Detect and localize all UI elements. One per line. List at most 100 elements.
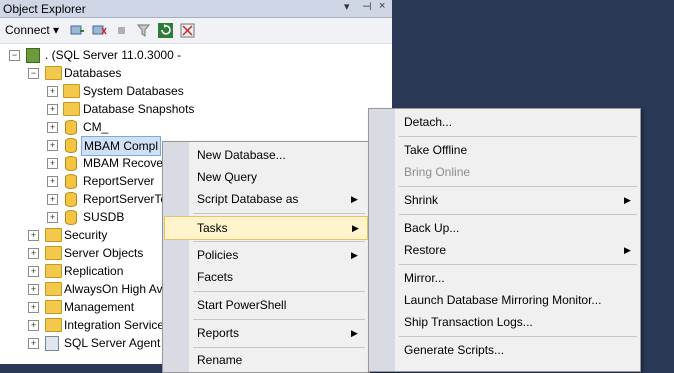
menu-item-take-offline[interactable]: Take Offline bbox=[404, 139, 467, 161]
expand-icon[interactable]: + bbox=[28, 230, 39, 241]
tree-node-label: Database Snapshots bbox=[83, 102, 195, 116]
menu-item-new-database[interactable]: New Database... bbox=[197, 144, 286, 166]
tree-node-system-databases[interactable]: + System Databases bbox=[0, 82, 390, 100]
expand-icon[interactable]: + bbox=[47, 212, 58, 223]
menu-separator bbox=[399, 336, 637, 337]
menu-item-label: Policies bbox=[197, 248, 239, 262]
tree-node-label: Security bbox=[64, 228, 108, 242]
menu-item-detach[interactable]: Detach... bbox=[404, 111, 452, 133]
menu-gutter bbox=[369, 109, 395, 371]
menu-separator bbox=[399, 264, 637, 265]
tree-node-label: Server Objects bbox=[64, 246, 144, 260]
tree-node-label: AlwaysOn High Av bbox=[64, 282, 163, 296]
expand-icon[interactable]: + bbox=[47, 104, 58, 115]
tree-node-label: ReportServer bbox=[83, 174, 155, 188]
expand-icon[interactable]: + bbox=[47, 86, 58, 97]
activity-icon[interactable] bbox=[180, 23, 195, 38]
expand-icon[interactable]: + bbox=[28, 248, 39, 259]
expand-icon[interactable]: + bbox=[28, 266, 39, 277]
menu-separator bbox=[399, 186, 637, 187]
expand-icon[interactable]: + bbox=[47, 194, 58, 205]
menu-item-label: Shrink bbox=[404, 193, 439, 207]
tree-node-label: Replication bbox=[64, 264, 124, 278]
pin-icon[interactable]: ⊣ bbox=[362, 0, 372, 13]
menu-separator bbox=[399, 136, 637, 137]
submenu-arrow-icon: ▶ bbox=[351, 194, 358, 204]
tree-node-label: SUSDB bbox=[83, 210, 125, 224]
tree-node-label: . (SQL Server 11.0.3000 - bbox=[45, 48, 182, 62]
menu-gutter bbox=[163, 142, 189, 372]
menu-item-label: Script Database as bbox=[197, 192, 299, 206]
disconnect-icon[interactable] bbox=[92, 23, 107, 38]
folder-icon bbox=[45, 282, 62, 296]
menu-item-launch-mirroring-monitor[interactable]: Launch Database Mirroring Monitor... bbox=[404, 289, 601, 311]
filter-icon[interactable] bbox=[136, 23, 151, 38]
tree-node-label: Databases bbox=[64, 66, 122, 80]
menu-separator bbox=[193, 213, 365, 214]
menu-item-script-database-as[interactable]: Script Database as ▶ bbox=[197, 188, 358, 210]
folder-icon bbox=[45, 246, 62, 260]
tree-node-label: System Databases bbox=[83, 84, 184, 98]
tree-node-label: ReportServerTe bbox=[83, 192, 168, 206]
tree-node-label: MBAM Recove bbox=[83, 156, 164, 170]
tree-node-label: Management bbox=[64, 300, 135, 314]
refresh-icon[interactable] bbox=[158, 23, 173, 38]
tree-node-database-snapshots[interactable]: + Database Snapshots bbox=[0, 100, 390, 118]
tree-node-db-cm[interactable]: + CM_ bbox=[0, 118, 390, 136]
tree-node-databases[interactable]: − Databases bbox=[0, 64, 390, 82]
menu-item-bring-online[interactable]: Bring Online bbox=[404, 161, 470, 183]
close-icon[interactable]: × bbox=[379, 0, 385, 12]
panel-toolbar: Connect ▾ bbox=[0, 18, 392, 44]
database-icon bbox=[65, 174, 77, 189]
submenu-arrow-icon: ▶ bbox=[624, 195, 631, 205]
connect-button[interactable]: Connect ▾ bbox=[5, 23, 59, 37]
folder-icon bbox=[45, 66, 62, 80]
tree-node-label: CM_ bbox=[83, 120, 109, 134]
panel-title: Object Explorer bbox=[3, 2, 86, 16]
tree-node-label: SQL Server Agent bbox=[64, 336, 161, 350]
submenu-arrow-icon: ▶ bbox=[352, 223, 359, 233]
menu-separator bbox=[193, 291, 365, 292]
dropdown-icon[interactable]: ▾ bbox=[344, 0, 350, 13]
menu-item-reports[interactable]: Reports ▶ bbox=[197, 322, 358, 344]
folder-icon bbox=[63, 102, 80, 116]
menu-item-facets[interactable]: Facets bbox=[197, 266, 233, 288]
submenu-arrow-icon: ▶ bbox=[351, 328, 358, 338]
menu-item-label: Restore bbox=[404, 243, 447, 257]
menu-item-tasks[interactable]: Tasks ▶ bbox=[164, 216, 368, 240]
database-icon bbox=[65, 192, 77, 207]
collapse-icon[interactable]: − bbox=[9, 50, 20, 61]
expand-icon[interactable]: + bbox=[28, 284, 39, 295]
menu-item-new-query[interactable]: New Query bbox=[197, 166, 257, 188]
tree-node-label: MBAM Compl bbox=[81, 136, 162, 156]
collapse-icon[interactable]: − bbox=[28, 68, 39, 79]
expand-icon[interactable]: + bbox=[28, 320, 39, 331]
tasks-submenu: Detach... Take Offline Bring Online Shri… bbox=[368, 108, 641, 372]
menu-item-ship-transaction-logs[interactable]: Ship Transaction Logs... bbox=[404, 311, 533, 333]
folder-icon bbox=[45, 318, 62, 332]
expand-icon[interactable]: + bbox=[28, 302, 39, 313]
menu-separator bbox=[193, 347, 365, 348]
menu-item-back-up[interactable]: Back Up... bbox=[404, 217, 459, 239]
expand-icon[interactable]: + bbox=[28, 338, 39, 349]
expand-icon[interactable]: + bbox=[47, 176, 58, 187]
expand-icon[interactable]: + bbox=[47, 122, 58, 133]
menu-separator bbox=[193, 319, 365, 320]
stop-icon[interactable] bbox=[114, 23, 129, 38]
submenu-arrow-icon: ▶ bbox=[624, 245, 631, 255]
expand-icon[interactable]: + bbox=[47, 140, 58, 151]
menu-item-policies[interactable]: Policies ▶ bbox=[197, 244, 358, 266]
menu-item-generate-scripts[interactable]: Generate Scripts... bbox=[404, 339, 504, 361]
database-context-menu: New Database... New Query Script Databas… bbox=[162, 141, 370, 373]
menu-item-start-powershell[interactable]: Start PowerShell bbox=[197, 294, 286, 316]
database-icon bbox=[65, 210, 77, 225]
menu-item-rename[interactable]: Rename bbox=[197, 349, 242, 371]
menu-item-mirror[interactable]: Mirror... bbox=[404, 267, 445, 289]
menu-item-shrink[interactable]: Shrink ▶ bbox=[404, 189, 631, 211]
menu-item-restore[interactable]: Restore ▶ bbox=[404, 239, 631, 261]
connect-icon[interactable] bbox=[70, 23, 85, 38]
expand-icon[interactable]: + bbox=[47, 158, 58, 169]
tree-node-server[interactable]: − . (SQL Server 11.0.3000 - bbox=[0, 46, 390, 64]
folder-icon bbox=[45, 228, 62, 242]
panel-titlebar: Object Explorer ▾ ⊣ × bbox=[0, 0, 392, 18]
